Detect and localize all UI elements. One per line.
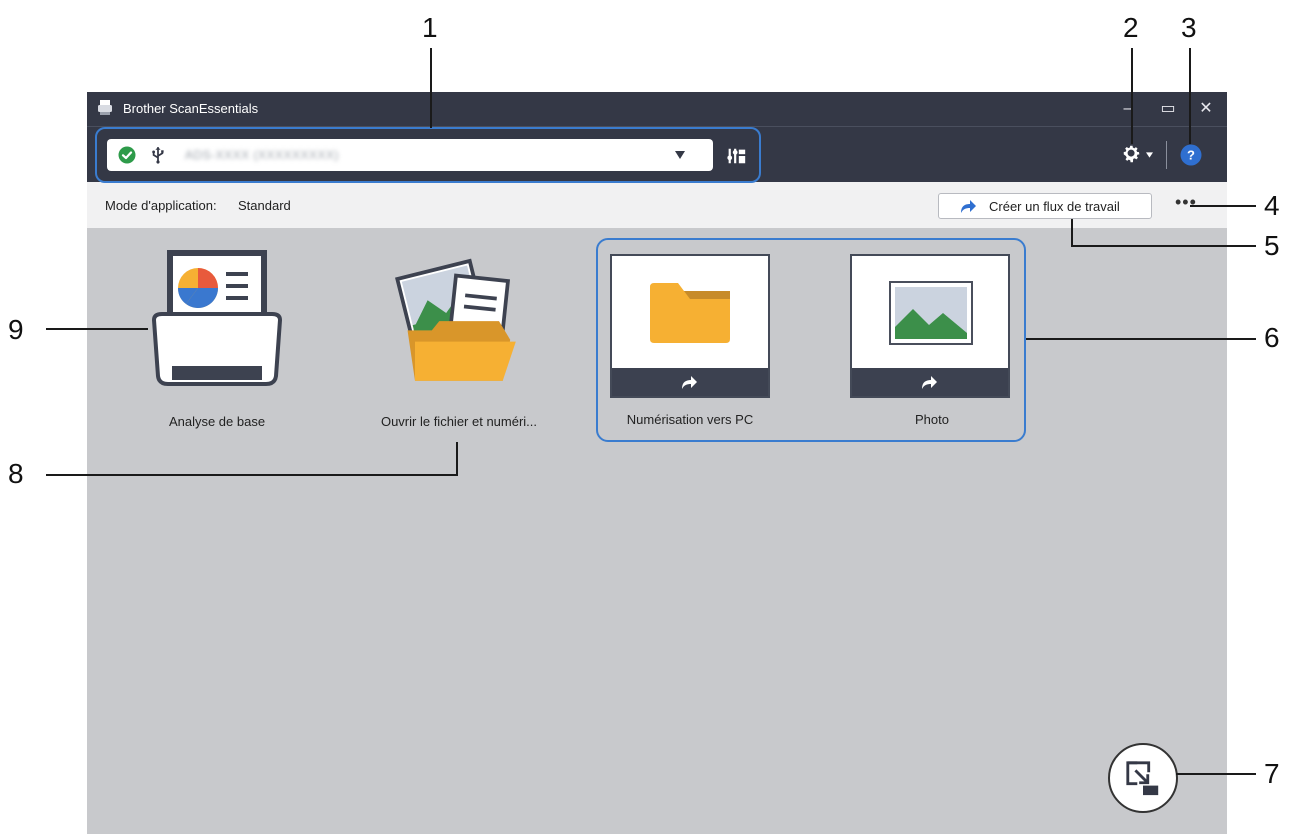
workflow-tile-photo[interactable]: Photo xyxy=(850,254,1014,434)
window-title: Brother ScanEssentials xyxy=(123,101,259,116)
workflow-action-strip xyxy=(852,368,1008,396)
callout-9-line xyxy=(46,328,148,330)
picture-icon xyxy=(889,281,973,345)
callout-9: 9 xyxy=(8,314,24,345)
workflow-card xyxy=(850,254,1010,398)
svg-text:?: ? xyxy=(1187,148,1195,163)
caret-down-icon xyxy=(1146,152,1153,158)
more-options-icon[interactable]: ••• xyxy=(1175,192,1197,213)
callout-5-line-h xyxy=(1071,245,1256,247)
folder-icon xyxy=(650,283,730,343)
open-folder-icon xyxy=(395,258,516,381)
gear-icon xyxy=(1123,145,1140,163)
callout-6-line xyxy=(1026,338,1256,340)
scan-to-pc-label: Numérisation vers PC xyxy=(626,412,754,427)
callout-2: 2 xyxy=(1123,12,1139,43)
settings-menu-button[interactable] xyxy=(1121,143,1157,167)
create-workflow-label: Créer un flux de travail xyxy=(989,199,1120,214)
photo-label: Photo xyxy=(915,412,949,427)
mode-bar: Mode d'application: Standard Créer un fl… xyxy=(87,182,1227,228)
basic-scan-tile[interactable]: Analyse de base xyxy=(142,248,292,438)
callout-1-line xyxy=(430,48,432,128)
callout-8-line-h xyxy=(46,474,458,476)
callout-4-line xyxy=(1190,205,1256,207)
callout-8: 8 xyxy=(8,458,24,489)
callout-5-line-v xyxy=(1071,219,1073,246)
title-bar: Brother ScanEssentials – ▭ ✕ xyxy=(87,92,1227,126)
app-mode-value: Standard xyxy=(238,198,291,213)
app-window: Brother ScanEssentials – ▭ ✕ ADS-XXXX (X… xyxy=(87,92,1227,834)
workflow-card xyxy=(610,254,770,398)
help-icon[interactable]: ? xyxy=(1180,144,1202,166)
share-arrow-icon xyxy=(922,376,937,389)
callout-3: 3 xyxy=(1181,12,1197,43)
maximize-button[interactable]: ▭ xyxy=(1155,96,1181,122)
callout-1-box xyxy=(95,127,761,183)
share-arrow-icon xyxy=(682,376,697,389)
create-workflow-button[interactable]: Créer un flux de travail xyxy=(938,193,1152,219)
share-arrow-icon xyxy=(961,200,976,213)
toolbar-divider xyxy=(1166,141,1167,169)
minimize-button[interactable]: – xyxy=(1115,96,1141,122)
close-button[interactable]: ✕ xyxy=(1193,96,1219,122)
callout-2-line xyxy=(1131,48,1133,144)
callout-5: 5 xyxy=(1264,230,1280,261)
callout-3-line xyxy=(1189,48,1191,144)
callout-7: 7 xyxy=(1264,758,1280,789)
scanner-document-icon xyxy=(151,250,283,386)
open-file-label: Ouvrir le fichier et numéri... xyxy=(380,414,538,429)
app-mode-label: Mode d'application: xyxy=(105,198,217,213)
callout-1: 1 xyxy=(422,12,438,43)
callout-6: 6 xyxy=(1264,322,1280,353)
scanner-app-icon xyxy=(98,100,112,115)
basic-scan-label: Analyse de base xyxy=(168,414,266,429)
workflow-tile-scan-to-pc[interactable]: Numérisation vers PC xyxy=(610,254,774,434)
open-file-tile[interactable]: Ouvrir le fichier et numéri... xyxy=(359,252,559,438)
compact-mode-button[interactable] xyxy=(1108,743,1178,813)
minimize-window-icon xyxy=(1126,761,1159,796)
callout-7-line xyxy=(1176,773,1256,775)
callout-8-line-v xyxy=(456,442,458,475)
callout-4: 4 xyxy=(1264,190,1280,221)
workflow-action-strip xyxy=(612,368,768,396)
